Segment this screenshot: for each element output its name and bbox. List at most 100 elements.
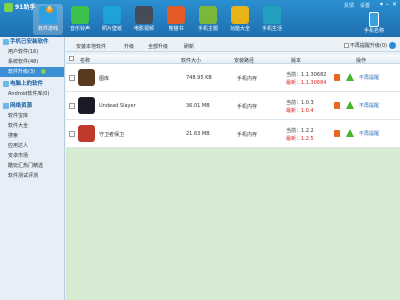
device-info[interactable]: 手机名称 xyxy=(352,12,396,36)
no-remind-link[interactable]: 不再提醒 xyxy=(359,102,379,109)
nav-features[interactable]: 功能大全 xyxy=(225,4,255,35)
nav-themes[interactable]: 手机主题 xyxy=(193,4,223,35)
upgrade-arrow-icon[interactable] xyxy=(346,101,354,109)
app-name: Undead Slayer xyxy=(99,103,136,109)
globe-icon xyxy=(3,102,9,109)
undead-slayer-app-icon xyxy=(78,97,95,114)
menu-button[interactable]: ▾ xyxy=(380,1,383,8)
nav-label: 功能大全 xyxy=(229,26,250,32)
section-title: 电脑上的软件 xyxy=(10,81,44,87)
sidebar-item-label: 软件升级(3) xyxy=(8,69,36,75)
minimize-button[interactable]: – xyxy=(386,1,389,8)
phone-icon xyxy=(3,38,9,45)
sidebar-section-installed[interactable]: 手机已安装软件 xyxy=(0,37,64,47)
latest-version: 最新：1.0.4 xyxy=(286,108,314,114)
table-header: 名称 软件大小 安装路径 版本 操作 xyxy=(66,55,400,64)
app-size: 21.63 MB xyxy=(186,131,210,137)
device-name: 手机名称 xyxy=(363,28,384,34)
install-path: 手机内存 xyxy=(237,76,258,82)
row-checkbox[interactable] xyxy=(69,103,75,109)
sidebar-item-search[interactable]: 搜索 xyxy=(0,131,64,141)
delete-icon[interactable] xyxy=(334,74,340,81)
gear-icon[interactable] xyxy=(389,42,396,49)
ignored-label: 不再提醒升级(0) xyxy=(349,43,387,49)
col-version[interactable]: 版本 xyxy=(291,57,301,64)
section-title: 网络资源 xyxy=(10,103,33,109)
nav-apps-games[interactable]: 8 软件游戏 xyxy=(33,4,63,35)
sidebar-item-reviews[interactable]: 软件测试评测 xyxy=(0,171,64,181)
app-name: 守卫者保卫 xyxy=(99,132,125,138)
music-icon xyxy=(71,6,89,24)
film-icon xyxy=(135,6,153,24)
sidebar-item-hot[interactable]: 酷玩汇热门精选 xyxy=(0,161,64,171)
section-title: 手机已安装软件 xyxy=(10,39,49,45)
close-button[interactable]: ✕ xyxy=(392,1,397,8)
upgrade-arrow-icon[interactable] xyxy=(346,129,354,137)
upgrade-all-button[interactable]: 全部升级 xyxy=(148,43,168,50)
nav-label: 软件游戏 xyxy=(37,26,58,32)
nav-label: 熊猫书 xyxy=(168,26,184,32)
current-version: 当前：1.0.3 xyxy=(286,100,314,106)
app-size: 36.01 MB xyxy=(186,103,210,109)
ignored-checkbox[interactable] xyxy=(343,43,349,48)
app-size: 748.95 KB xyxy=(186,75,212,81)
sidebar-item-android-library[interactable]: Android软件库(0) xyxy=(0,89,64,99)
install-path: 手机内存 xyxy=(237,104,258,110)
current-version: 当前：1.2.2 xyxy=(286,128,314,134)
main-nav: 8 软件游戏 音乐铃声 照片壁纸 电影视频 熊猫书 手机主题 功能大全 手机生活 xyxy=(33,4,289,35)
install-local-button[interactable]: 安装本地软件 xyxy=(76,43,106,50)
col-actions: 操作 xyxy=(356,58,367,64)
upgrade-button[interactable]: 升级 xyxy=(124,43,134,50)
row-checkbox[interactable] xyxy=(69,131,75,137)
app-name: 图库 xyxy=(99,76,110,82)
latest-version: 最新：1.1.30684 xyxy=(286,80,327,86)
photo-icon xyxy=(103,6,121,24)
ignored-updates[interactable]: 不再提醒升级(0) xyxy=(343,42,396,49)
sidebar-item-user-apps[interactable]: 用户软件(16) xyxy=(0,47,64,57)
sidebar-item-catalog[interactable]: 软件大全 xyxy=(0,121,64,131)
table-row[interactable]: Undead Slayer 36.01 MB 手机内存 当前：1.0.3 最新：… xyxy=(66,92,400,120)
phone-icon xyxy=(369,12,379,27)
col-size[interactable]: 软件大小 xyxy=(181,57,201,64)
sidebar-section-web[interactable]: 网络资源 xyxy=(0,101,64,111)
latest-version: 最新：1.2.5 xyxy=(286,136,314,142)
sidebar-item-experts[interactable]: 应用达人 xyxy=(0,141,64,151)
nav-video[interactable]: 电影视频 xyxy=(129,4,159,35)
sidebar-item-system-apps[interactable]: 系统软件(48) xyxy=(0,57,64,67)
sidebar-item-upgrades[interactable]: 软件升级(3) xyxy=(0,67,64,77)
window-controls: ▾ – ✕ xyxy=(380,1,397,8)
upgrade-arrow-icon[interactable] xyxy=(346,73,354,81)
nav-label: 手机主题 xyxy=(197,26,218,32)
col-name[interactable]: 名称 xyxy=(80,57,90,64)
app-logo: 91助手 xyxy=(4,2,35,12)
sidebar-section-pc[interactable]: 电脑上的软件 xyxy=(0,79,64,89)
sidebar-item-treasure[interactable]: 软件宝库 xyxy=(0,111,64,121)
nav-label: 音乐铃声 xyxy=(69,26,90,32)
computer-icon xyxy=(3,80,9,87)
sidebar-item-market[interactable]: 安卓市场 xyxy=(0,151,64,161)
table-row[interactable]: 图库 748.95 KB 手机内存 当前：1.1.30682 最新：1.1.30… xyxy=(66,64,400,92)
toolbar: 安装本地软件 升级 全部升级 刷新 不再提醒升级(0) xyxy=(66,40,400,52)
table-row[interactable]: 守卫者保卫 21.63 MB 手机内存 当前：1.2.2 最新：1.2.5 不再… xyxy=(66,120,400,148)
nav-music[interactable]: 音乐铃声 xyxy=(65,4,95,35)
col-path[interactable]: 安装路径 xyxy=(234,57,254,64)
select-all-checkbox[interactable] xyxy=(69,56,74,61)
nav-label: 电影视频 xyxy=(133,26,154,32)
row-checkbox[interactable] xyxy=(69,75,75,81)
refresh-button[interactable]: 刷新 xyxy=(184,43,194,50)
delete-icon[interactable] xyxy=(334,102,340,109)
delete-icon[interactable] xyxy=(334,130,340,137)
settings-link[interactable]: 设置 xyxy=(360,2,370,9)
phone-life-icon xyxy=(263,6,281,24)
nav-wallpaper[interactable]: 照片壁纸 xyxy=(97,4,127,35)
nav-books[interactable]: 熊猫书 xyxy=(161,4,191,35)
feedback-link[interactable]: 反馈 xyxy=(344,2,354,9)
apps-icon: 8 xyxy=(39,6,57,24)
logo-icon xyxy=(4,3,13,12)
no-remind-link[interactable]: 不再提醒 xyxy=(359,130,379,137)
current-version: 当前：1.1.30682 xyxy=(286,72,327,78)
update-count-badge: 8 xyxy=(46,6,53,13)
sidebar: 手机已安装软件 用户软件(16) 系统软件(48) 软件升级(3) 电脑上的软件… xyxy=(0,37,65,300)
nav-life[interactable]: 手机生活 xyxy=(257,4,287,35)
no-remind-link[interactable]: 不再提醒 xyxy=(359,74,379,81)
